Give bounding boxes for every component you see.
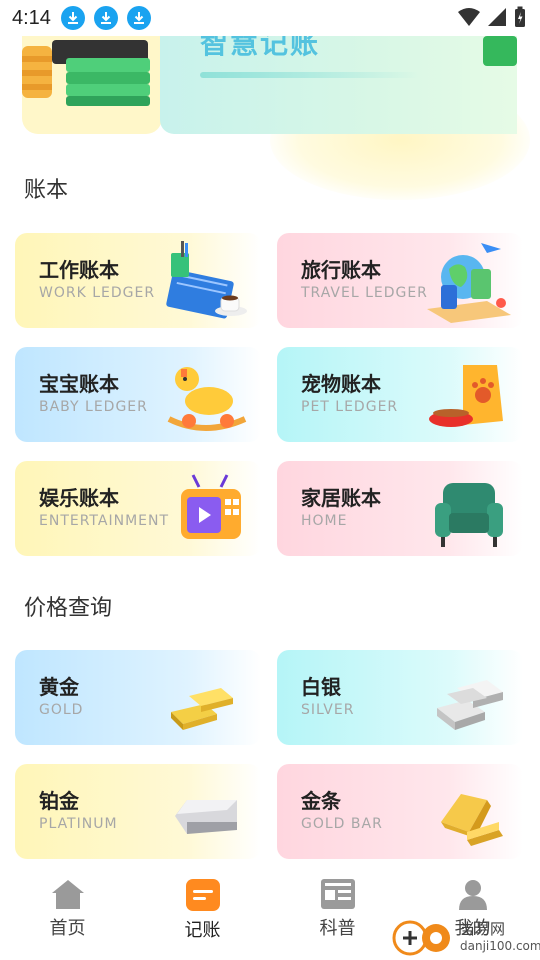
tv-icon: [181, 474, 241, 539]
watermark-logo-icon: [392, 920, 450, 956]
section-title-prices: 价格查询: [24, 596, 113, 621]
price-card-gold[interactable]: 黄金 GOLD: [15, 650, 261, 745]
banner-title: 智慧记账: [200, 36, 321, 60]
ledger-card-work[interactable]: 工作账本 WORK LEDGER: [15, 233, 261, 328]
status-bar: 4:14: [0, 0, 540, 36]
watermark-name: 当易网: [460, 920, 506, 938]
download-notification-icon: [60, 6, 85, 30]
pet-food-icon: [429, 365, 503, 427]
ledger-card-travel[interactable]: 旅行账本 TRAVEL LEDGER: [277, 233, 523, 328]
nav-label: 科普: [319, 918, 356, 939]
profile-icon: [458, 880, 487, 910]
watermark: 当易网 danji100.com: [392, 918, 540, 958]
banner-coins-card[interactable]: [22, 36, 162, 134]
section-title-ledgers: 账本: [24, 178, 69, 203]
watermark-url: danji100.com: [460, 939, 540, 953]
banner-deco-icon: [483, 36, 517, 66]
banner[interactable]: 智慧记账: [160, 36, 517, 134]
wifi-icon: [458, 8, 480, 26]
ledger-card-entertainment[interactable]: 娱乐账本 ENTERTAINMENT: [15, 461, 261, 556]
banner-underline: [200, 72, 420, 78]
price-card-silver[interactable]: 白银 SILVER: [277, 650, 523, 745]
nav-label: 首页: [49, 918, 86, 939]
price-card-platinum[interactable]: 铂金 PLATINUM: [15, 764, 261, 859]
price-card-gold-bar[interactable]: 金条 GOLD BAR: [277, 764, 523, 859]
nav-label: 记账: [184, 920, 221, 941]
rocking-horse-icon: [167, 367, 247, 431]
coins-cash-icon: [22, 40, 150, 106]
armchair-icon: [435, 483, 503, 547]
platinum-bar-icon: [175, 800, 237, 834]
silver-bars-icon: [437, 680, 503, 730]
download-notification-icon: [126, 6, 151, 30]
gold-bars-icon: [171, 688, 233, 730]
battery-icon: [515, 6, 525, 27]
nav-item-ledger[interactable]: 记账: [135, 866, 270, 960]
gold-bullion-icon: [441, 794, 503, 846]
signal-icon: [488, 8, 506, 26]
status-time: 4:14: [12, 6, 51, 29]
nav-item-science[interactable]: 科普: [270, 866, 405, 960]
desk-icon: [166, 241, 247, 319]
ledger-card-home[interactable]: 家居账本 HOME: [277, 461, 523, 556]
globe-luggage-icon: [427, 243, 511, 323]
home-icon: [51, 880, 84, 909]
download-notification-icon: [93, 6, 118, 30]
watermark-text: 当易网 danji100.com: [460, 921, 540, 955]
ledger-card-pet[interactable]: 宠物账本 PET LEDGER: [277, 347, 523, 442]
nav-item-home[interactable]: 首页: [0, 866, 135, 960]
news-icon: [320, 879, 355, 909]
ledger-card-baby[interactable]: 宝宝账本 BABY LEDGER: [15, 347, 261, 442]
ledger-icon: [185, 879, 220, 911]
